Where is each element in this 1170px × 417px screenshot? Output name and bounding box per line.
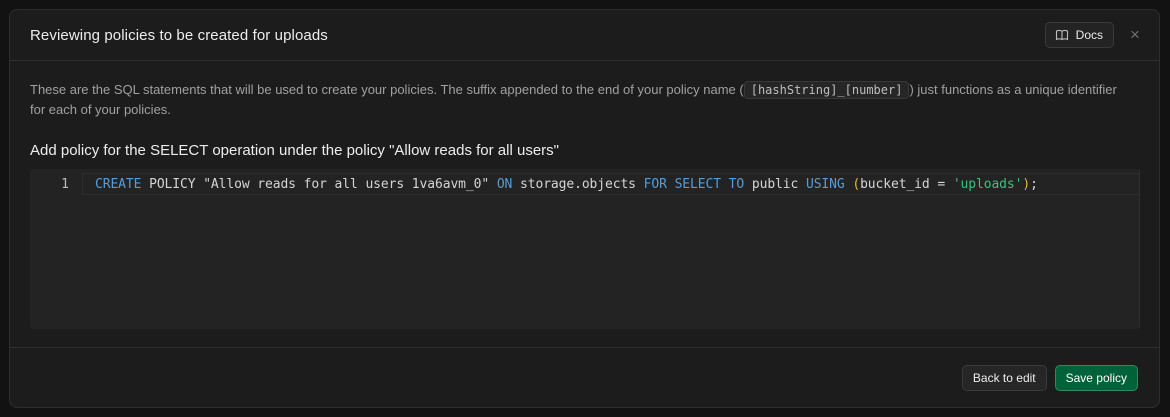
sql-text: storage.objects <box>512 176 644 192</box>
close-button[interactable]: × <box>1125 25 1145 45</box>
line-number: 1 <box>61 176 69 192</box>
sql-text: POLICY "Allow reads for all users 1va6av… <box>141 176 497 192</box>
sql-keyword: CREATE <box>95 176 142 192</box>
description-text-before: These are the SQL statements that will b… <box>30 82 744 97</box>
policy-heading: Add policy for the SELECT operation unde… <box>30 142 559 159</box>
close-icon: × <box>1130 25 1140 44</box>
back-to-edit-button[interactable]: Back to edit <box>961 364 1047 391</box>
sql-text: ; <box>1030 176 1038 192</box>
modal-footer: Back to edit Save policy <box>10 347 1159 407</box>
sql-keyword: SELECT <box>674 176 721 192</box>
sql-paren: ( <box>852 176 861 192</box>
sql-text: public <box>744 176 806 192</box>
docs-button-label: Docs <box>1075 28 1103 42</box>
review-policies-modal: Reviewing policies to be created for upl… <box>9 9 1160 408</box>
sql-statement[interactable]: CREATE POLICY "Allow reads for all users… <box>95 177 1038 192</box>
suffix-format-code: [hashString]_[number] <box>743 81 910 99</box>
sql-paren: ) <box>1022 176 1031 192</box>
save-policy-button[interactable]: Save policy <box>1054 364 1138 391</box>
book-icon <box>1055 28 1069 42</box>
modal-title: Reviewing policies to be created for upl… <box>30 26 328 44</box>
editor-scrollbar[interactable] <box>1139 169 1140 329</box>
sql-editor[interactable]: 1 CREATE POLICY "Allow reads for all use… <box>30 169 1140 329</box>
sql-keyword: USING <box>805 176 845 192</box>
modal-header: Reviewing policies to be created for upl… <box>10 10 1159 61</box>
sql-keyword: FOR <box>643 176 667 192</box>
docs-button[interactable]: Docs <box>1044 22 1114 48</box>
sql-text: bucket_id = <box>860 176 953 192</box>
sql-string: 'uploads' <box>952 176 1023 192</box>
policy-description: These are the SQL statements that will b… <box>30 80 1135 120</box>
editor-line: 1 CREATE POLICY "Allow reads for all use… <box>30 173 1140 195</box>
sql-keyword: TO <box>728 176 745 192</box>
sql-keyword: ON <box>496 176 513 192</box>
modal-body: These are the SQL statements that will b… <box>10 61 1159 329</box>
